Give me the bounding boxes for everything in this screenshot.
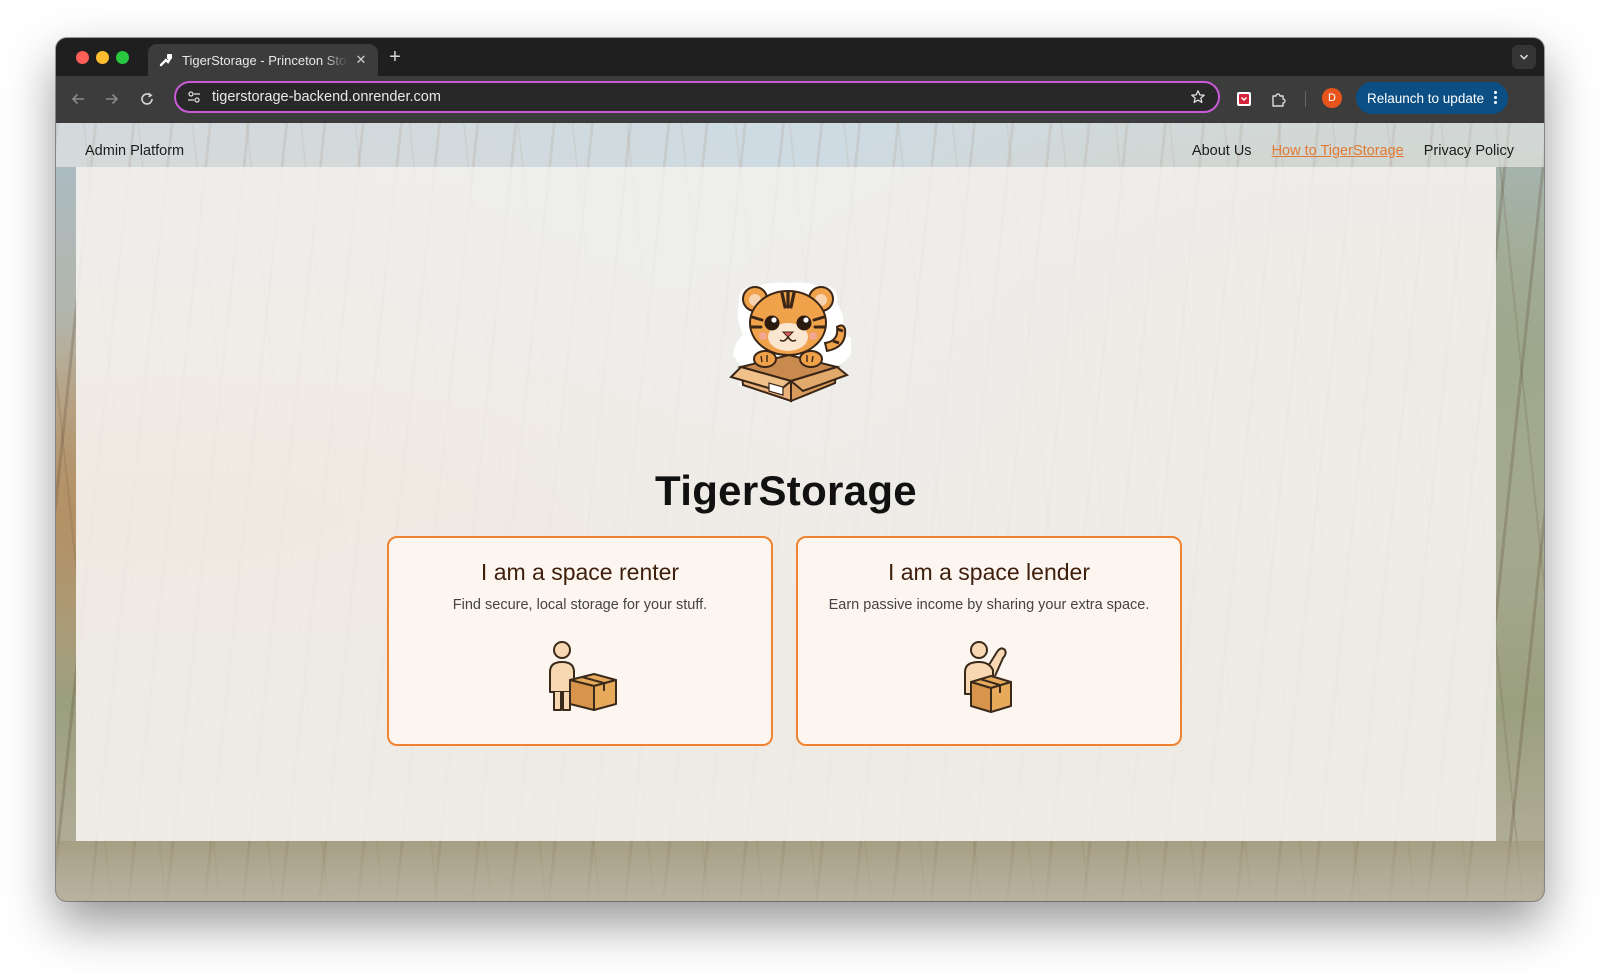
back-arrow-icon[interactable]: [68, 89, 88, 109]
toolbar-divider: [1305, 91, 1306, 107]
url-text: tigerstorage-backend.onrender.com: [212, 89, 441, 105]
relaunch-button[interactable]: Relaunch to update: [1356, 82, 1509, 114]
space-lender-card[interactable]: I am a space lender Earn passive income …: [796, 536, 1182, 746]
maximize-window-button[interactable]: [116, 51, 129, 64]
site-settings-icon[interactable]: [184, 87, 204, 107]
extension-icon[interactable]: [1234, 89, 1254, 109]
space-renter-card[interactable]: I am a space renter Find secure, local s…: [387, 536, 773, 746]
site-navbar: Admin Platform About Us How to TigerStor…: [56, 123, 1544, 167]
person-with-box-icon: [549, 641, 617, 711]
page-viewport: Admin Platform About Us How to TigerStor…: [56, 123, 1544, 901]
renter-card-title: I am a space renter: [480, 559, 680, 585]
bookmark-star-icon[interactable]: [1188, 87, 1208, 107]
browser-window: TigerStorage - Princeton Storage ✕ + tig…: [56, 38, 1544, 901]
tiger-mascot-logo: [729, 282, 851, 403]
lender-card-title: I am a space lender: [887, 559, 1090, 585]
background-ground: [56, 841, 1544, 901]
forward-arrow-icon[interactable]: [102, 89, 122, 109]
tab-search-chevron-down-icon[interactable]: [1512, 45, 1536, 69]
new-tab-plus-icon[interactable]: +: [384, 47, 406, 67]
minimize-window-button[interactable]: [96, 51, 109, 64]
nav-link-privacy-policy[interactable]: Privacy Policy: [1424, 143, 1514, 159]
renter-card-subtitle: Find secure, local storage for your stuf…: [452, 597, 708, 613]
nav-links: About Us How to TigerStorage Privacy Pol…: [1192, 143, 1514, 159]
tab-title: TigerStorage - Princeton Storage: [182, 52, 348, 68]
tab-strip: TigerStorage - Princeton Storage ✕ +: [56, 38, 1544, 76]
address-bar[interactable]: tigerstorage-backend.onrender.com: [174, 81, 1220, 113]
browser-tab[interactable]: TigerStorage - Princeton Storage ✕: [148, 44, 378, 76]
reload-icon[interactable]: [137, 89, 157, 109]
relaunch-label: Relaunch to update: [1367, 90, 1485, 106]
person-waving-box-icon: [964, 641, 1012, 713]
favicon-icon: [158, 52, 174, 68]
puzzle-extensions-icon[interactable]: [1269, 89, 1289, 109]
nav-link-how-to[interactable]: How to TigerStorage: [1272, 143, 1404, 159]
nav-link-about-us[interactable]: About Us: [1192, 143, 1252, 159]
brand-title: TigerStorage: [655, 467, 917, 514]
admin-platform-link[interactable]: Admin Platform: [85, 143, 184, 159]
lender-card-subtitle: Earn passive income by sharing your extr…: [828, 597, 1150, 613]
content-panel: TigerStorage I am a space renter Find se…: [76, 167, 1496, 841]
more-vert-icon: [1494, 91, 1498, 106]
profile-avatar[interactable]: D: [1322, 88, 1342, 108]
close-tab-icon[interactable]: ✕: [354, 52, 368, 68]
browser-toolbar: tigerstorage-backend.onrender.com D Rela…: [56, 76, 1544, 123]
close-window-button[interactable]: [76, 51, 89, 64]
